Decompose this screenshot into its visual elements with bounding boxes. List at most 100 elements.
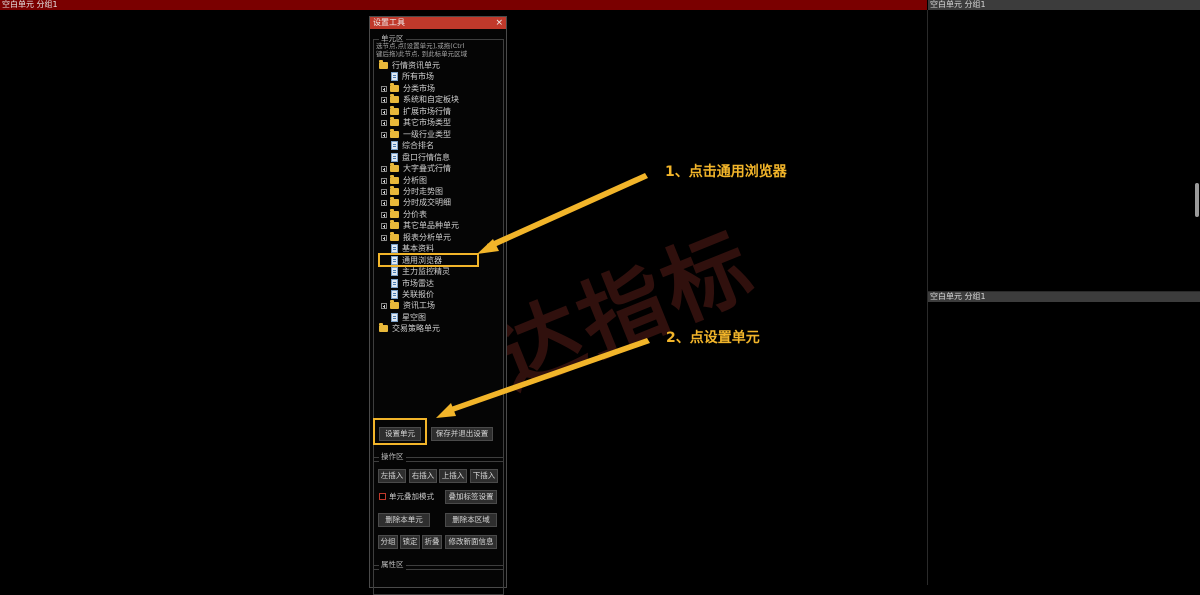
expand-icon[interactable]: [381, 199, 387, 206]
folder-icon: [390, 186, 399, 195]
folder-icon: [390, 94, 399, 103]
browser-highlight-box: [378, 253, 479, 267]
tree-item-label: 关联报价: [402, 290, 434, 299]
pane-divider-vertical[interactable]: [927, 10, 928, 585]
folder-icon: [390, 83, 399, 92]
tree-item-label: 分类市场: [403, 84, 435, 93]
tree-item-label: 系统和自定板块: [403, 95, 459, 104]
hint-line-1: 选节点,点[设置单元],或拖(Ctrl: [376, 42, 465, 50]
folder-icon: [390, 175, 399, 184]
document-icon: [391, 72, 398, 81]
document-icon: [391, 279, 398, 288]
step-1-annotation: 1、点击通用浏览器: [665, 164, 787, 180]
tree-item-label: 市场雷达: [402, 279, 434, 288]
expand-icon[interactable]: [381, 165, 387, 172]
tree-item[interactable]: 扩展市场行情: [381, 106, 451, 117]
insert-down-button[interactable]: 下插入: [470, 469, 498, 483]
overlay-mode-checkbox[interactable]: [379, 493, 386, 500]
tree-item-label: 报表分析单元: [403, 233, 451, 242]
folder-icon: [390, 209, 399, 218]
folder-icon: [390, 117, 399, 126]
tree-item-label: 大字叠式行情: [403, 164, 451, 173]
tree-item-label: 主力监控精灵: [402, 267, 450, 276]
tree-item[interactable]: 分析图: [381, 175, 427, 186]
tree-item-label: 扩展市场行情: [403, 107, 451, 116]
overlay-mode-label: 单元叠加模式: [389, 492, 434, 501]
tree-item[interactable]: 其它市场类型: [381, 117, 451, 128]
tree-item[interactable]: 资讯工场: [381, 300, 435, 311]
document-icon: [391, 153, 398, 162]
edit-page-info-button[interactable]: 修改新面信息: [445, 535, 497, 549]
expand-icon[interactable]: [381, 85, 387, 92]
folder-icon: [379, 323, 388, 332]
tree-item[interactable]: 一级行业类型: [381, 129, 451, 140]
expand-icon[interactable]: [381, 302, 387, 309]
expand-icon[interactable]: [381, 119, 387, 126]
expand-icon[interactable]: [381, 188, 387, 195]
expand-icon[interactable]: [381, 234, 387, 241]
insert-up-button[interactable]: 上插入: [439, 469, 467, 483]
group-button[interactable]: 分组: [378, 535, 398, 549]
document-icon: [391, 290, 398, 299]
folder-icon: [390, 197, 399, 206]
tree-item-label: 分价表: [403, 210, 427, 219]
tree-item[interactable]: 所有市场: [391, 71, 434, 82]
save-exit-button[interactable]: 保存并退出设置: [431, 427, 493, 441]
tree-item[interactable]: 主力监控精灵: [391, 266, 450, 277]
tree-item[interactable]: 分时成交明细: [381, 197, 451, 208]
tree-item[interactable]: 星空图: [391, 312, 426, 323]
delete-unit-button[interactable]: 删除本单元: [378, 513, 430, 527]
dialog-title-bar[interactable]: 设置工具 ×: [370, 17, 506, 29]
tree-item[interactable]: 报表分析单元: [381, 232, 451, 243]
dialog-title: 设置工具: [373, 18, 405, 27]
tree-item[interactable]: 交易策略单元: [379, 323, 440, 334]
tree-item-label: 其它市场类型: [403, 118, 451, 127]
pane-divider-horizontal[interactable]: [928, 291, 1200, 292]
main-pane-header: 空白单元 分组1: [0, 0, 927, 10]
tree-item-label: 盘口行情信息: [402, 153, 450, 162]
expand-icon[interactable]: [381, 96, 387, 103]
tree-item-label: 资讯工场: [403, 301, 435, 310]
tree-item-label: 所有市场: [402, 72, 434, 81]
expand-icon[interactable]: [381, 177, 387, 184]
insert-right-button[interactable]: 右插入: [409, 469, 437, 483]
expand-icon[interactable]: [381, 108, 387, 115]
document-icon: [391, 141, 398, 150]
tree-item-label: 星空图: [402, 313, 426, 322]
fold-button[interactable]: 折叠: [422, 535, 442, 549]
tree-item[interactable]: 盘口行情信息: [391, 152, 450, 163]
tree-item[interactable]: 关联报价: [391, 289, 434, 300]
insert-left-button[interactable]: 左插入: [378, 469, 406, 483]
close-icon[interactable]: ×: [495, 17, 503, 29]
folder-icon: [390, 300, 399, 309]
tree-item[interactable]: 综合排名: [391, 140, 434, 151]
tree-item-label: 分时成交明细: [403, 198, 451, 207]
set-unit-highlight-box: [373, 418, 427, 445]
tree-item-label: 交易策略单元: [392, 324, 440, 333]
folder-icon: [390, 232, 399, 241]
document-icon: [391, 313, 398, 322]
tree-item[interactable]: 分时走势图: [381, 186, 443, 197]
expand-icon[interactable]: [381, 211, 387, 218]
tree-item-label: 分时走势图: [403, 187, 443, 196]
tree-item-label: 基本资料: [402, 244, 434, 253]
lock-button[interactable]: 锁定: [400, 535, 420, 549]
expand-icon[interactable]: [381, 222, 387, 229]
tree-item-label: 综合排名: [402, 141, 434, 150]
overlay-tab-settings-button[interactable]: 叠加标签设置: [445, 490, 497, 504]
expand-icon[interactable]: [381, 131, 387, 138]
tree-item[interactable]: 分价表: [381, 209, 427, 220]
tree-item[interactable]: 市场雷达: [391, 278, 434, 289]
tree-item[interactable]: 大字叠式行情: [381, 163, 451, 174]
tree-item[interactable]: 行情资讯单元: [379, 60, 440, 71]
delete-area-button[interactable]: 删除本区域: [445, 513, 497, 527]
tree-item[interactable]: 系统和自定板块: [381, 94, 459, 105]
right-top-pane-header: 空白单元 分组1: [928, 0, 1200, 10]
tree-item[interactable]: 分类市场: [381, 83, 435, 94]
folder-icon: [390, 163, 399, 172]
tree-item[interactable]: 其它单品种单元: [381, 220, 459, 231]
properties-groupbox: 属性区: [373, 560, 504, 595]
step-2-annotation: 2、点设置单元: [666, 330, 760, 346]
tree-item-label: 分析图: [403, 176, 427, 185]
scrollbar-thumb[interactable]: [1195, 183, 1199, 217]
